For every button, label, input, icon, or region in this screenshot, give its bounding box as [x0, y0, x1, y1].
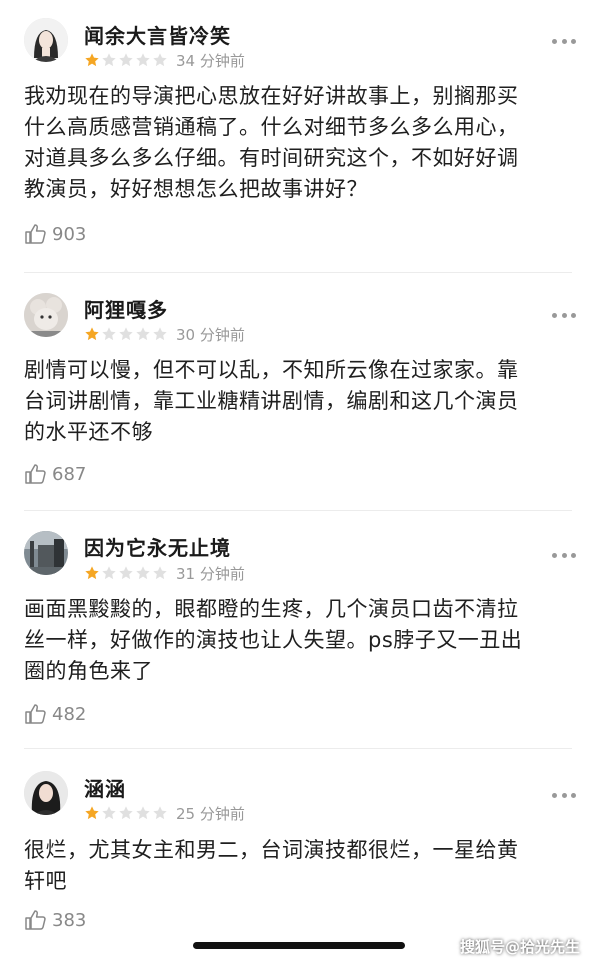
star-empty-icon: [102, 566, 116, 580]
comment-time: 25 分钟前: [176, 805, 245, 823]
username[interactable]: 涵涵: [84, 773, 126, 802]
user-avatar[interactable]: [24, 18, 68, 62]
star-empty-icon: [153, 327, 167, 341]
user-avatar[interactable]: [24, 293, 68, 337]
comment-text: 剧情可以慢，但不可以乱，不知所云像在过家家。靠 台词讲剧情，靠工业糖精讲剧情，编…: [24, 355, 572, 448]
star-filled-icon: [85, 327, 99, 341]
comment-text-line: 圈的角色来了: [24, 659, 153, 683]
thumbs-up-icon: [25, 224, 46, 244]
star-empty-icon: [119, 327, 133, 341]
thumbs-up-icon: [25, 464, 46, 484]
like-button[interactable]: 687: [24, 462, 86, 486]
comment-text-line: 轩吧: [24, 869, 67, 893]
more-options-icon[interactable]: [552, 550, 576, 560]
comment-text-line: 什么高质感营销通稿了。什么对细节多么多么用心，: [24, 115, 519, 139]
star-empty-icon: [119, 806, 133, 820]
star-empty-icon: [136, 327, 150, 341]
star-filled-icon: [85, 53, 99, 67]
like-count: 687: [52, 463, 87, 485]
star-rating: [84, 326, 168, 342]
comment-text: 很烂，尤其女主和男二，台词演技都很烂，一星给黄 轩吧: [24, 835, 572, 897]
star-empty-icon: [136, 806, 150, 820]
comment-text-line: 对道具多么多么仔细。有时间研究这个，不如好好调: [24, 146, 519, 170]
more-options-icon[interactable]: [552, 310, 576, 320]
star-filled-icon: [85, 566, 99, 580]
comment-text: 我劝现在的导演把心思放在好好讲故事上，别搁那买 什么高质感营销通稿了。什么对细节…: [24, 81, 572, 205]
like-count: 903: [52, 223, 87, 245]
username[interactable]: 闻余大言皆冷笑: [84, 20, 231, 49]
comment-text: 画面黑黢黢的，眼都瞪的生疼，几个演员口齿不清拉 丝一样，好做作的演技也让人失望。…: [24, 594, 572, 687]
like-count: 482: [52, 703, 87, 725]
username[interactable]: 因为它永无止境: [84, 532, 231, 561]
comment-text-line: 教演员，好好想想怎么把故事讲好？: [24, 177, 368, 201]
comment-time: 31 分钟前: [176, 565, 245, 583]
comment-text-line: 丝一样，好做作的演技也让人失望。ps脖子又一丑出: [24, 628, 523, 652]
comment-card: 因为它永无止境 31 分钟前 画面黑黢黢的，眼都瞪的生疼，几个演员口齿不清拉 丝…: [0, 511, 592, 748]
star-empty-icon: [136, 566, 150, 580]
comment-card: 涵涵 25 分钟前 很烂，尤其女主和男二，台词演技都很烂，一星给黄 轩吧 383: [0, 749, 592, 939]
star-empty-icon: [102, 806, 116, 820]
star-empty-icon: [153, 566, 167, 580]
star-empty-icon: [136, 53, 150, 67]
comment-time: 34 分钟前: [176, 52, 245, 70]
comment-card: 阿狸嘎多 30 分钟前 剧情可以慢，但不可以乱，不知所云像在过家家。靠 台词讲剧…: [0, 273, 592, 509]
star-empty-icon: [102, 327, 116, 341]
like-button[interactable]: 482: [24, 702, 86, 726]
like-count: 383: [52, 909, 87, 931]
comment-card: 闻余大言皆冷笑 34 分钟前 我劝现在的导演把心思放在好好讲故事上，别搁那买 什…: [0, 0, 592, 264]
more-options-icon[interactable]: [552, 790, 576, 800]
comment-text-line: 的水平还不够: [24, 420, 153, 444]
more-options-icon[interactable]: [552, 36, 576, 46]
star-rating: [84, 52, 168, 68]
star-filled-icon: [85, 806, 99, 820]
comment-text-line: 台词讲剧情，靠工业糖精讲剧情，编剧和这几个演员: [24, 389, 519, 413]
like-button[interactable]: 383: [24, 908, 86, 932]
star-empty-icon: [119, 566, 133, 580]
star-empty-icon: [153, 53, 167, 67]
home-indicator[interactable]: [193, 942, 405, 949]
like-button[interactable]: 903: [24, 222, 86, 246]
watermark: 搜狐号@拾光先生: [459, 938, 580, 956]
comment-text-line: 画面黑黢黢的，眼都瞪的生疼，几个演员口齿不清拉: [24, 597, 519, 621]
comment-text-line: 我劝现在的导演把心思放在好好讲故事上，别搁那买: [24, 84, 519, 108]
star-empty-icon: [153, 806, 167, 820]
star-rating: [84, 565, 168, 581]
user-avatar[interactable]: [24, 531, 68, 575]
comment-text-line: 剧情可以慢，但不可以乱，不知所云像在过家家。靠: [24, 358, 519, 382]
thumbs-up-icon: [25, 910, 46, 930]
star-rating: [84, 805, 168, 821]
username[interactable]: 阿狸嘎多: [84, 294, 168, 323]
comment-text-line: 很烂，尤其女主和男二，台词演技都很烂，一星给黄: [24, 838, 519, 862]
star-empty-icon: [102, 53, 116, 67]
user-avatar[interactable]: [24, 771, 68, 815]
comment-time: 30 分钟前: [176, 326, 245, 344]
thumbs-up-icon: [25, 704, 46, 724]
star-empty-icon: [119, 53, 133, 67]
